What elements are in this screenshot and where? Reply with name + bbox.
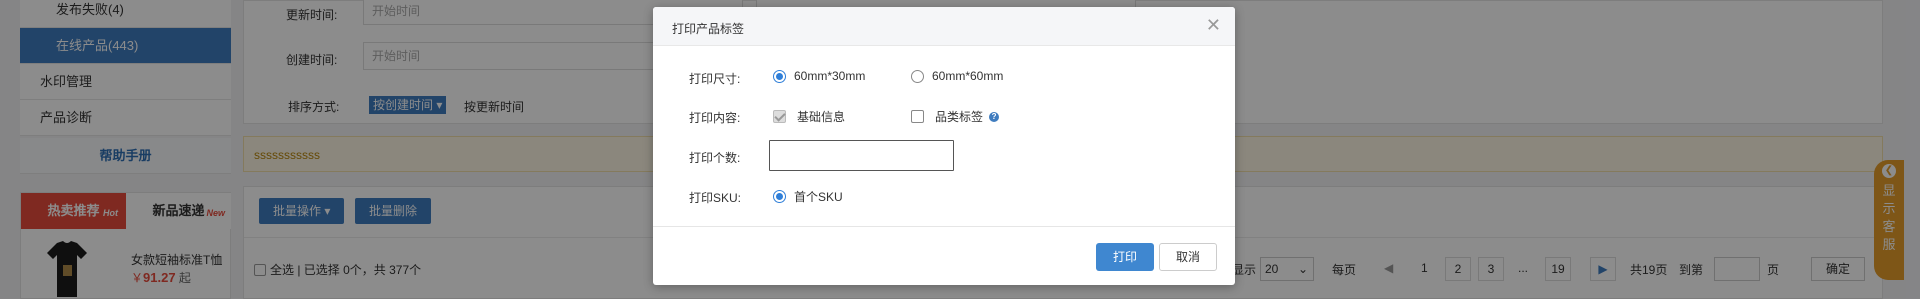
radio-first-sku[interactable]	[773, 190, 786, 203]
basic-info-label: 基础信息	[797, 110, 846, 124]
print-sku-label: 打印SKU:	[689, 191, 742, 205]
print-label-dialog: 打印产品标签 ✕ 打印尺寸: 60mm*30mm 60mm*60mm 打印内容:…	[653, 7, 1235, 285]
radio-60x60[interactable]	[911, 69, 924, 83]
size-option-60x60[interactable]: 60mm*60mm	[911, 69, 1003, 83]
content-category-tag[interactable]: 品类标签 ?	[911, 108, 1000, 125]
size-option-60x60-label: 60mm*60mm	[932, 69, 1004, 83]
print-button[interactable]: 打印	[1096, 243, 1154, 271]
dialog-header: 打印产品标签 ✕	[653, 7, 1235, 46]
basic-info-checkbox	[773, 110, 786, 123]
help-icon[interactable]: ?	[989, 111, 1000, 122]
category-tag-label: 品类标签	[935, 110, 984, 124]
dialog-title: 打印产品标签	[672, 22, 745, 36]
print-size-label: 打印尺寸:	[689, 72, 741, 86]
size-option-60x30[interactable]: 60mm*30mm	[773, 69, 865, 83]
print-count-label: 打印个数:	[689, 151, 741, 165]
category-tag-checkbox[interactable]	[911, 110, 924, 123]
print-content-label: 打印内容:	[689, 111, 741, 125]
sku-option-first-label: 首个SKU	[794, 190, 843, 204]
print-count-input[interactable]	[769, 140, 954, 171]
dialog-footer-divider	[653, 226, 1235, 227]
sku-option-first[interactable]: 首个SKU	[773, 188, 843, 205]
content-basic-info: 基础信息	[773, 108, 845, 125]
close-icon[interactable]: ✕	[1206, 15, 1221, 35]
cancel-button[interactable]: 取消	[1159, 243, 1217, 271]
size-option-60x30-label: 60mm*30mm	[794, 69, 866, 83]
radio-60x30[interactable]	[773, 69, 786, 83]
